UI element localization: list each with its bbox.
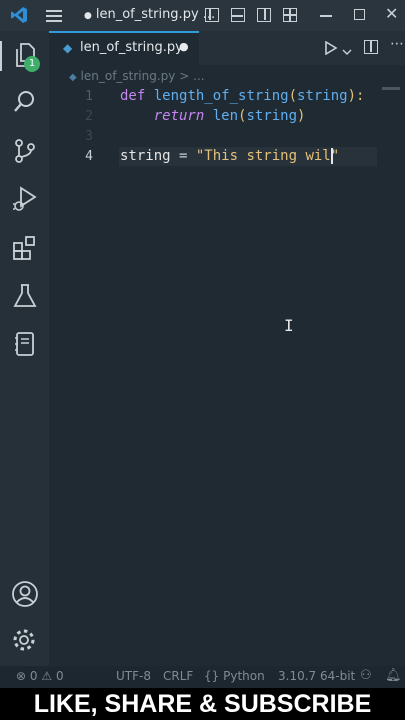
warning-icon: ⚠ [41,669,53,683]
string-literal: "This string wil [195,148,331,164]
menu-icon[interactable] [46,9,62,23]
source-control-icon[interactable] [12,137,38,165]
customize-layout-icon[interactable] [283,8,297,22]
text-cursor [330,148,333,164]
error-count: 0 [29,669,38,683]
language-status[interactable]: {} Python [204,669,265,683]
testing-flask-icon[interactable] [12,283,38,309]
breadcrumb-python-icon: ◆ [69,72,77,83]
minimize-icon[interactable] [320,15,332,17]
modified-indicator: ● [84,11,92,21]
status-bar: ⊗ 0 ⚠ 0 UTF-8 CRLF {} Python 3.10.7 64-b… [0,666,405,688]
toggle-primary-sidebar-icon[interactable] [205,8,219,22]
tab-dirty-dot[interactable]: ● [179,40,189,53]
line-number: 4 [85,149,93,164]
feedback-icon[interactable]: ⚇ [360,668,372,683]
accounts-icon[interactable] [11,580,39,608]
line-number: 1 [85,89,93,104]
active-indicator [0,41,2,71]
toggle-secondary-sidebar-icon[interactable] [257,8,271,22]
line-number: 2 [85,109,93,124]
extensions-icon[interactable] [12,235,38,261]
builtin-len: len [212,108,239,124]
notebook-icon[interactable] [14,331,36,357]
toggle-panel-icon[interactable] [231,8,245,22]
notifications-bell-icon[interactable]: 🔔︎ [385,668,402,683]
run-dropdown-chevron-icon[interactable] [342,42,352,61]
tab-len-of-string[interactable]: ◆ len_of_string.py ● [49,31,199,65]
explorer-badge: 1 [24,56,40,72]
minimap[interactable] [382,87,400,90]
vscode-logo-icon [10,6,28,24]
keyword-return: return [153,108,205,124]
assign-op: = [170,148,196,164]
breadcrumb-file[interactable]: len_of_string.py [81,69,176,83]
subscribe-banner: LIKE, SHARE & SUBSCRIBE [0,688,405,720]
paren: ( [288,88,298,104]
window-title: ● len_of_string.py ... [84,7,215,22]
run-debug-icon[interactable] [11,185,39,213]
more-actions-icon[interactable]: ⋯ [390,36,404,52]
run-python-file-button[interactable] [324,40,338,59]
line-number: 3 [85,129,93,144]
editor-area[interactable]: ◆ len_of_string.py > ... 1 def length_of… [49,65,405,666]
window-title-text: len_of_string.py ... [95,7,216,22]
manage-gear-icon[interactable] [10,626,38,654]
code-line-4[interactable]: string = "This string wil " [120,148,339,164]
paren-colon: ): [347,88,365,104]
explorer-icon[interactable]: 1 [12,41,40,72]
keyword: def [120,88,146,104]
split-editor-icon[interactable] [364,40,378,54]
maximize-icon[interactable] [354,9,365,20]
breadcrumb: ◆ len_of_string.py > ... [69,69,205,83]
eol-status[interactable]: CRLF [163,669,193,683]
param: string [297,88,348,104]
encoding-status[interactable]: UTF-8 [116,669,151,683]
arg: string [246,108,298,124]
error-icon: ⊗ [16,669,27,683]
breadcrumb-more[interactable]: ... [193,69,204,83]
tab-label: len_of_string.py [80,40,183,55]
activity-bar: 1 [0,31,49,666]
function-name: length_of_string [153,88,289,104]
mouse-ibeam-cursor-icon: I [284,316,294,335]
warning-count: 0 [55,669,64,683]
python-file-icon: ◆ [63,41,73,55]
interpreter-status[interactable]: 3.10.7 64-bit [278,669,355,683]
variable: string [120,148,171,164]
code-line-1[interactable]: def length_of_string(string): [120,88,364,104]
close-window-icon[interactable]: ✕ [385,6,398,22]
banner-text: LIKE, SHARE & SUBSCRIBE [33,690,372,718]
search-icon[interactable] [12,89,38,115]
braces-icon: {} [204,669,220,683]
language-label: Python [223,669,265,683]
code-line-2[interactable]: return len(string) [120,108,306,124]
problems-status[interactable]: ⊗ 0 ⚠ 0 [16,669,64,683]
breadcrumb-separator: > [179,69,190,83]
title-bar: ● len_of_string.py ... ✕ [0,0,405,31]
paren: ) [297,108,306,124]
